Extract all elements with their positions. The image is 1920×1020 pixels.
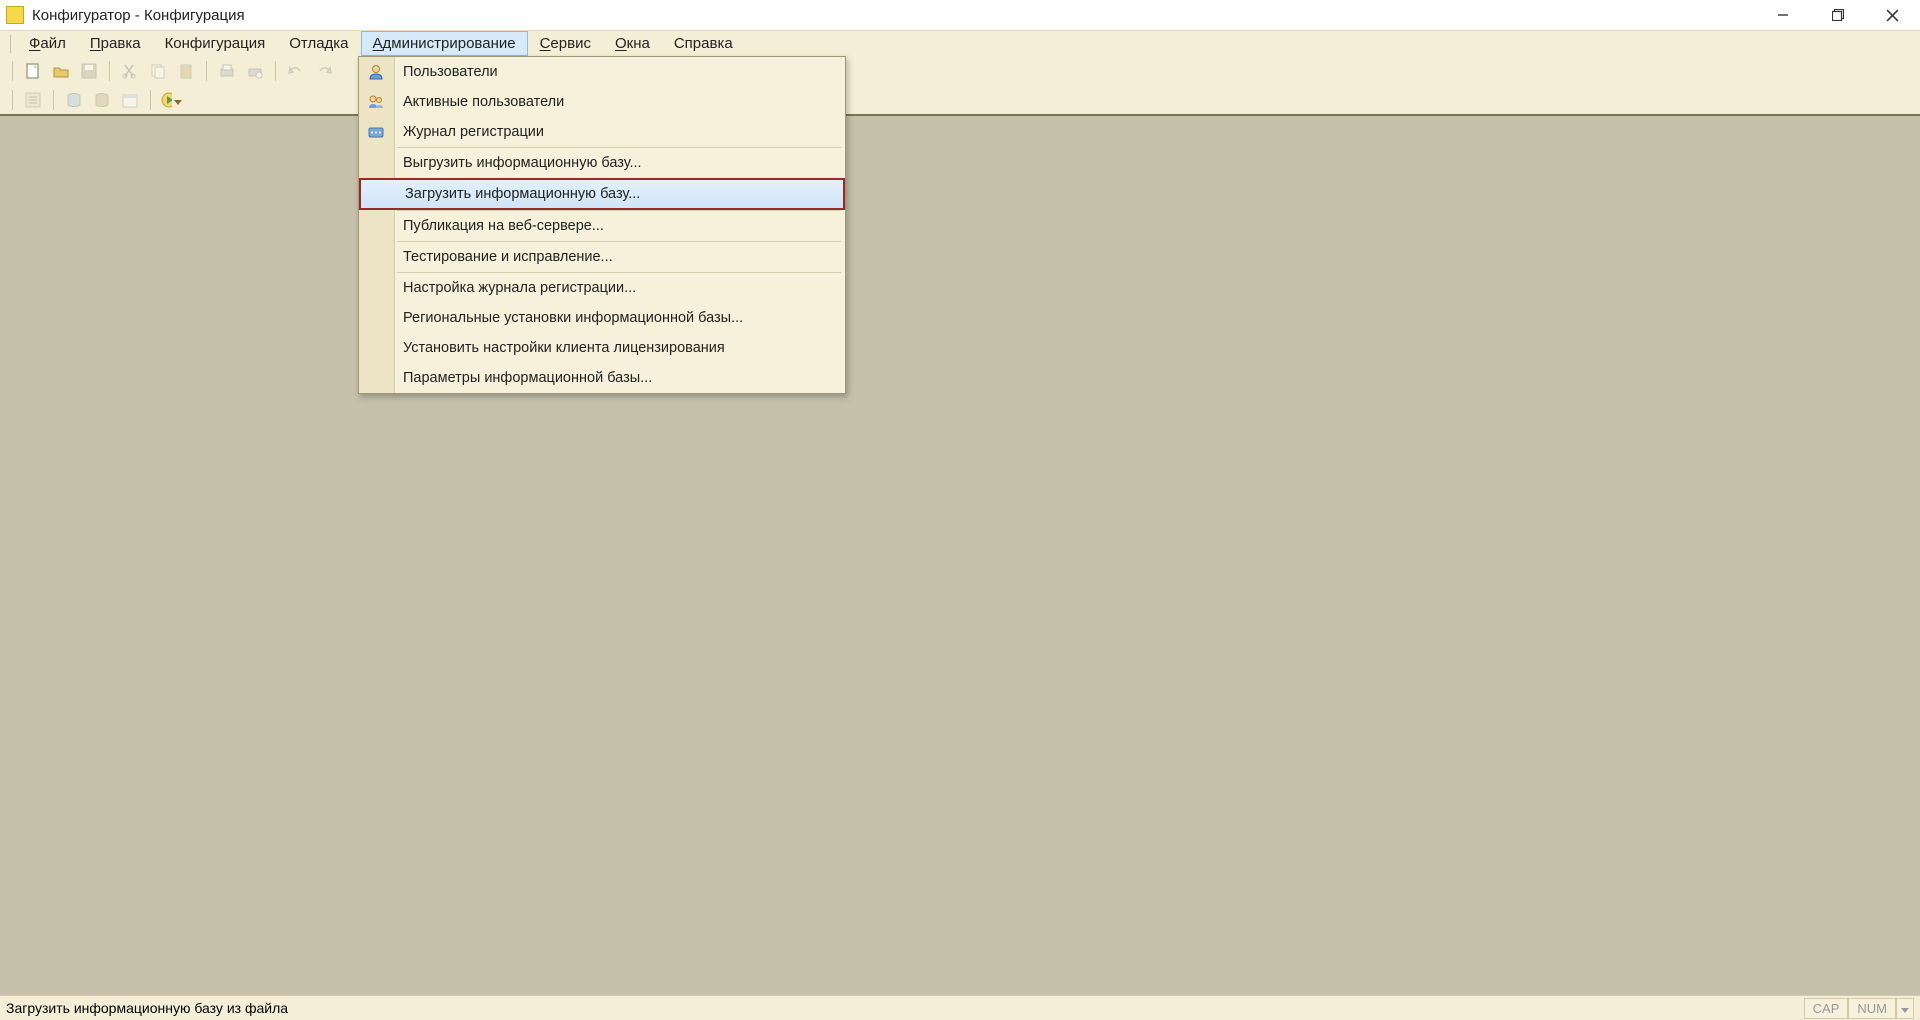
window-controls — [1755, 0, 1920, 30]
log-icon — [365, 121, 387, 143]
users-icon — [365, 91, 387, 113]
menu-administration[interactable]: Администрирование — [361, 31, 528, 56]
redo-button[interactable] — [312, 59, 336, 83]
paste-button[interactable] — [174, 59, 198, 83]
menu-help[interactable]: Справка — [662, 31, 745, 56]
status-dropdown[interactable] — [1896, 998, 1914, 1019]
undo-button[interactable] — [284, 59, 308, 83]
toolbars — [0, 56, 1920, 115]
content-area — [0, 114, 1920, 995]
menu-item-label: Выгрузить информационную базу... — [403, 155, 642, 171]
print-button[interactable] — [215, 59, 239, 83]
menu-item-label: Региональные установки информационной ба… — [403, 310, 743, 326]
menu-item-log-settings[interactable]: Настройка журнала регистрации... — [359, 273, 845, 303]
toolbar-separator — [206, 61, 207, 81]
menu-item-label: Пользователи — [403, 64, 498, 80]
menu-item-db-params[interactable]: Параметры информационной базы... — [359, 363, 845, 393]
menu-configuration[interactable]: Конфигурация — [153, 31, 278, 56]
db2-button[interactable] — [90, 88, 114, 112]
menu-item-regional-settings[interactable]: Региональные установки информационной ба… — [359, 303, 845, 333]
toolbar-separator — [275, 61, 276, 81]
menu-item-label: Параметры информационной базы... — [403, 370, 652, 386]
close-button[interactable] — [1865, 0, 1920, 30]
status-num: NUM — [1848, 998, 1896, 1019]
menu-item-label: Установить настройки клиента лицензирова… — [403, 340, 725, 356]
menu-item-label: Публикация на веб-сервере... — [403, 218, 604, 234]
new-button[interactable] — [21, 59, 45, 83]
app-icon — [6, 6, 24, 24]
status-text: Загрузить информационную базу из файла — [6, 1000, 288, 1016]
menubar-separator — [10, 35, 11, 53]
menu-item-label: Активные пользователи — [403, 94, 564, 110]
menu-item-test-repair[interactable]: Тестирование и исправление... — [359, 242, 845, 272]
administration-menu: Пользователи Активные пользователи Журна… — [358, 56, 846, 394]
menu-edit[interactable]: Правка — [78, 31, 153, 56]
toolbar-row-1 — [0, 56, 1920, 85]
toolbar-separator — [12, 90, 13, 110]
minimize-button[interactable] — [1755, 0, 1810, 30]
menu-item-import-db[interactable]: Загрузить информационную базу... — [359, 178, 845, 210]
menu-item-log[interactable]: Журнал регистрации — [359, 117, 845, 147]
print-preview-button[interactable] — [243, 59, 267, 83]
chevron-down-icon — [174, 100, 182, 105]
user-icon — [365, 61, 387, 83]
maximize-button[interactable] — [1810, 0, 1865, 30]
menu-item-label: Настройка журнала регистрации... — [403, 280, 636, 296]
toolbar-separator — [12, 61, 13, 81]
titlebar: Конфигуратор - Конфигурация — [0, 0, 1920, 30]
menu-windows[interactable]: Окна — [603, 31, 662, 56]
chevron-down-icon — [1901, 1008, 1909, 1013]
statusbar: Загрузить информационную базу из файла C… — [0, 995, 1920, 1020]
open-button[interactable] — [49, 59, 73, 83]
menu-item-export-db[interactable]: Выгрузить информационную базу... — [359, 148, 845, 178]
menu-item-label: Тестирование и исправление... — [403, 249, 613, 265]
save-button[interactable] — [77, 59, 101, 83]
menu-service[interactable]: Сервис — [528, 31, 603, 56]
status-right: CAP NUM — [1804, 998, 1914, 1019]
calendar-button[interactable] — [118, 88, 142, 112]
cut-button[interactable] — [118, 59, 142, 83]
toolbar-separator — [109, 61, 110, 81]
menubar: Файл Правка Конфигурация Отладка Админис… — [0, 30, 1920, 56]
toolbar-separator — [53, 90, 54, 110]
menu-debug[interactable]: Отладка — [277, 31, 360, 56]
status-cap: CAP — [1804, 998, 1849, 1019]
toolbar-separator — [150, 90, 151, 110]
db-button[interactable] — [62, 88, 86, 112]
menu-item-active-users[interactable]: Активные пользователи — [359, 87, 845, 117]
menu-item-web-publish[interactable]: Публикация на веб-сервере... — [359, 211, 845, 241]
copy-button[interactable] — [146, 59, 170, 83]
menu-file[interactable]: Файл — [17, 31, 78, 56]
window-title: Конфигуратор - Конфигурация — [32, 7, 245, 24]
run-button[interactable] — [159, 88, 183, 112]
menu-item-license-client[interactable]: Установить настройки клиента лицензирова… — [359, 333, 845, 363]
menu-item-label: Загрузить информационную базу... — [405, 186, 640, 202]
toolbar-row-2 — [0, 85, 1920, 114]
menu-item-label: Журнал регистрации — [403, 124, 544, 140]
menu-item-users[interactable]: Пользователи — [359, 57, 845, 87]
config-tree-button[interactable] — [21, 88, 45, 112]
